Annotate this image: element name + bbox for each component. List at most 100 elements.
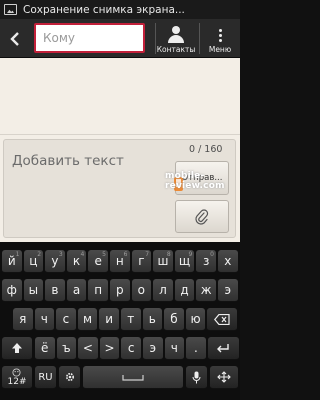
key-label: ы <box>28 283 39 297</box>
key-label: а <box>72 283 81 297</box>
key-и[interactable]: и <box>99 308 119 331</box>
shift-key[interactable] <box>2 337 32 360</box>
key-period[interactable]: . <box>186 337 206 360</box>
person-icon <box>168 26 184 43</box>
contacts-label: Контакты <box>156 45 196 54</box>
key-м[interactable]: м <box>77 308 98 331</box>
contacts-button[interactable]: Контакты <box>156 19 196 58</box>
key-label: я <box>19 312 27 326</box>
key-label: ю <box>190 312 201 326</box>
numbers-symbols-key[interactable]: 12# <box>2 366 32 389</box>
key-label: ё <box>41 341 49 355</box>
key-л[interactable]: л <box>153 279 173 302</box>
key-ч[interactable]: ч <box>34 308 55 331</box>
character-counter: 0 / 160 <box>189 144 223 155</box>
microphone-icon <box>192 371 201 383</box>
space-key[interactable] <box>83 366 183 389</box>
key-label: к <box>72 254 81 268</box>
key-label: < <box>82 341 93 355</box>
key-х[interactable]: х <box>218 250 238 273</box>
key-label: й <box>7 254 16 268</box>
key-label: ф <box>6 283 17 297</box>
backspace-key[interactable] <box>207 308 238 331</box>
key-label: у <box>51 254 59 268</box>
compose-panel: Добавить текст 0 / 160 Отправ... mobile-… <box>0 134 240 242</box>
keyboard: й1ц2у3к4е5н6г7ш8щ9з0хфывапролджэячсмитьб… <box>0 242 240 400</box>
recipient-input[interactable]: Кому <box>34 23 145 53</box>
key-greater-than[interactable]: > <box>99 337 120 360</box>
key-label: н <box>115 254 124 268</box>
enter-arrow-icon <box>217 343 229 352</box>
key-ь[interactable]: ь <box>142 308 163 331</box>
key-ш[interactable]: ш8 <box>153 250 173 273</box>
conversation-area <box>0 59 240 134</box>
key-label: ж <box>200 283 212 297</box>
key-э[interactable]: э <box>218 279 238 302</box>
key-е[interactable]: е5 <box>88 250 108 273</box>
attach-button[interactable] <box>175 200 229 233</box>
key-less-than[interactable]: < <box>78 337 98 360</box>
menu-button[interactable]: Меню <box>200 19 240 58</box>
key-ф[interactable]: ф <box>2 279 22 302</box>
overflow-menu-icon <box>218 29 222 42</box>
menu-label: Меню <box>208 45 232 54</box>
key-label: > <box>104 341 115 355</box>
key-с[interactable]: с <box>121 337 141 360</box>
key-ж[interactable]: ж <box>196 279 216 302</box>
settings-key[interactable] <box>59 366 80 389</box>
arrows-icon <box>217 371 231 383</box>
key-о[interactable]: о <box>131 279 152 302</box>
key-label: т <box>127 312 135 326</box>
key-ъ[interactable]: ъ <box>56 337 77 360</box>
key-д[interactable]: д <box>174 279 195 302</box>
key-ы[interactable]: ы <box>23 279 44 302</box>
key-с[interactable]: с <box>56 308 76 331</box>
voice-input-key[interactable] <box>186 366 207 389</box>
key-label: м <box>83 312 93 326</box>
key-sublabel: 5 <box>102 251 106 258</box>
key-label: ь <box>148 312 156 326</box>
key-ё[interactable]: ё <box>35 337 55 360</box>
enter-key[interactable] <box>207 337 239 360</box>
key-э[interactable]: э <box>143 337 163 360</box>
key-б[interactable]: б <box>164 308 184 331</box>
key-к[interactable]: к4 <box>66 250 87 273</box>
smiley-icon <box>12 368 21 377</box>
key-з[interactable]: з0 <box>196 250 216 273</box>
key-н[interactable]: н6 <box>110 250 130 273</box>
key-р[interactable]: р <box>110 279 130 302</box>
key-sublabel: 7 <box>145 251 150 258</box>
key-label: п <box>94 283 103 297</box>
key-label: о <box>137 283 146 297</box>
key-label: э <box>224 283 232 297</box>
key-ю[interactable]: ю <box>185 308 206 331</box>
key-а[interactable]: а <box>66 279 87 302</box>
key-щ[interactable]: щ9 <box>174 250 195 273</box>
key-ц[interactable]: ц2 <box>23 250 44 273</box>
key-label: е <box>94 254 102 268</box>
key-label: г <box>138 254 145 268</box>
key-п[interactable]: п <box>88 279 108 302</box>
chevron-left-icon <box>10 31 19 46</box>
key-sublabel: 4 <box>80 251 85 258</box>
key-у[interactable]: у3 <box>45 250 65 273</box>
key-sublabel: 3 <box>58 251 63 258</box>
key-ч[interactable]: ч <box>164 337 185 360</box>
key-label: л <box>159 283 167 297</box>
hide-keyboard-key[interactable] <box>210 366 238 389</box>
key-label: б <box>170 312 178 326</box>
back-button[interactable] <box>0 19 30 58</box>
key-label: ъ <box>62 341 71 355</box>
key-label: . <box>194 341 198 355</box>
key-я[interactable]: я <box>13 308 33 331</box>
language-key[interactable]: RU <box>35 366 56 389</box>
key-й[interactable]: й1 <box>2 250 22 273</box>
key-в[interactable]: в <box>45 279 65 302</box>
key-label: д <box>180 283 189 297</box>
key-т[interactable]: т <box>121 308 141 331</box>
key-г[interactable]: г7 <box>131 250 152 273</box>
recipient-placeholder: Кому <box>43 31 76 45</box>
paperclip-icon <box>195 208 209 225</box>
numbers-symbols-label: 12# <box>7 376 27 387</box>
key-label: с <box>127 341 135 355</box>
